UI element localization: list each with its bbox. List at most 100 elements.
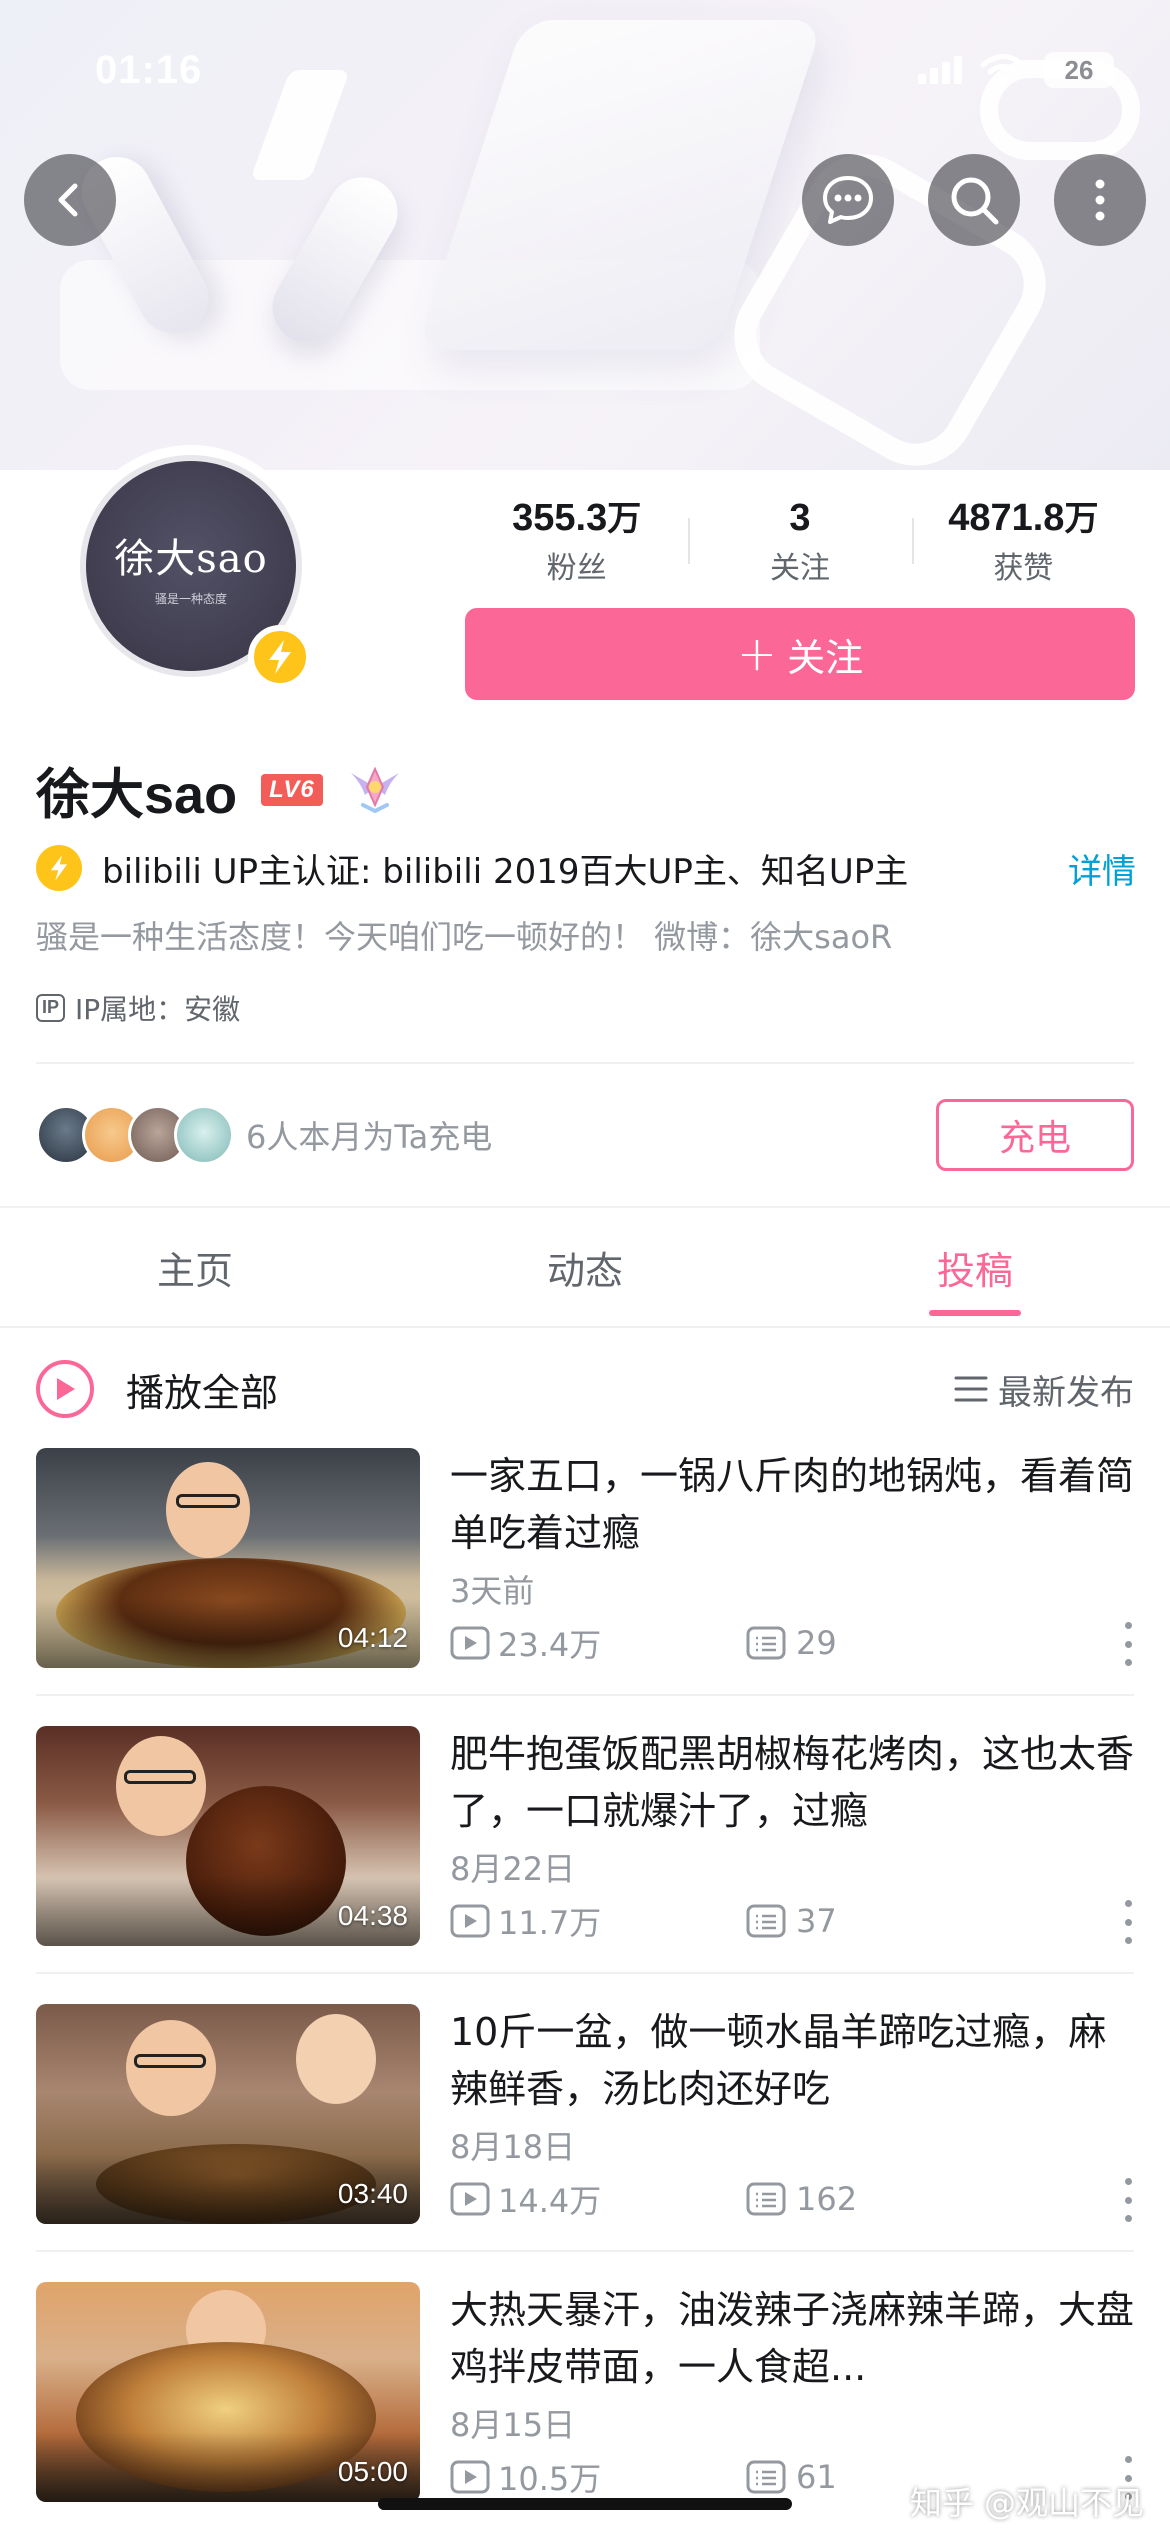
certification-row: bilibili UP主认证: bilibili 2019百大UP主、知名UP主…	[36, 840, 1136, 896]
avatar-logo-text: 徐大sao	[114, 535, 268, 582]
signal-icon	[918, 56, 962, 84]
video-comments: 37	[796, 1902, 837, 1940]
stat-fans[interactable]: 355.3万 粉丝	[465, 496, 688, 588]
video-item[interactable]: 03:40 10斤一盆，做一顿水晶羊蹄吃过瘾，麻辣鲜香，汤比肉还好吃 8月18日…	[36, 2004, 1134, 2282]
video-item[interactable]: 04:12 一家五口，一锅八斤肉的地锅炖，看着简单吃着过瘾 3天前 23.4万 …	[36, 1448, 1134, 1726]
battery-indicator: 26	[1044, 52, 1114, 88]
certification-text: bilibili UP主认证: bilibili 2019百大UP主、知名UP主	[102, 851, 909, 892]
divider	[36, 2250, 1134, 2252]
lightning-icon	[269, 640, 291, 674]
video-thumbnail[interactable]: 04:12	[36, 1448, 420, 1668]
status-indicators: 26	[918, 52, 1114, 88]
charger-avatars[interactable]	[36, 1105, 234, 1165]
video-views: 14.4万	[498, 2182, 602, 2220]
comments-icon	[746, 2182, 786, 2216]
search-icon	[951, 177, 999, 225]
banner-decoration	[249, 70, 351, 180]
video-thumbnail[interactable]: 03:40	[36, 2004, 420, 2224]
follow-label: 关注	[787, 635, 864, 680]
plus-icon: +	[736, 626, 778, 682]
message-button[interactable]	[802, 154, 894, 246]
play-all-row: 播放全部 最新发布	[36, 1354, 1134, 1424]
status-time: 01:16	[95, 48, 203, 92]
video-item[interactable]: 04:38 肥牛抱蛋饭配黑胡椒梅花烤肉，这也太香了，一口就爆汁了，过瘾 8月22…	[36, 1726, 1134, 2004]
video-date: 8月18日	[450, 2128, 576, 2166]
video-comments: 162	[796, 2180, 858, 2218]
video-views: 10.5万	[498, 2460, 602, 2498]
play-all-label[interactable]: 播放全部	[126, 1362, 278, 1417]
divider	[36, 1062, 1134, 1064]
divider	[36, 1694, 1134, 1696]
video-views: 23.4万	[498, 1626, 602, 1664]
video-more-icon[interactable]	[1122, 2178, 1134, 2222]
medal-icon[interactable]	[347, 765, 403, 815]
video-duration: 04:38	[337, 1900, 408, 1931]
verified-badge	[248, 625, 312, 689]
video-list: 04:12 一家五口，一锅八斤肉的地锅炖，看着简单吃着过瘾 3天前 23.4万 …	[36, 1448, 1134, 2532]
watermark: 知乎 @观山不见	[909, 2484, 1144, 2522]
more-icon	[1095, 179, 1105, 221]
stat-unit: 万	[1064, 499, 1099, 538]
video-comments: 61	[796, 2458, 837, 2496]
sort-button[interactable]: 最新发布	[954, 1365, 1134, 1414]
comments-icon	[746, 1904, 786, 1938]
play-icon	[57, 1378, 75, 1400]
stat-value: 3	[789, 496, 811, 539]
video-date: 8月22日	[450, 1850, 576, 1888]
comments-icon	[746, 2460, 786, 2494]
stat-unit: 万	[607, 499, 642, 538]
video-more-icon[interactable]	[1122, 1622, 1134, 1666]
name-row: 徐大sao LV6	[36, 750, 403, 829]
video-views: 11.7万	[498, 1904, 602, 1942]
video-date: 3天前	[450, 1572, 535, 1610]
video-title[interactable]: 10斤一盆，做一顿水晶羊蹄吃过瘾，麻辣鲜香，汤比肉还好吃	[450, 2004, 1134, 2118]
charge-button[interactable]: 充电	[936, 1099, 1134, 1171]
video-duration: 05:00	[337, 2456, 408, 2487]
comments-icon	[746, 1626, 786, 1660]
username: 徐大sao	[36, 765, 238, 825]
profile-tabs: 主页 动态 投稿	[0, 1208, 1170, 1328]
message-icon	[823, 176, 873, 224]
stat-label: 获赞	[993, 551, 1054, 587]
ip-location-row: IP IP属地：安徽	[36, 988, 240, 1028]
home-indicator[interactable]	[378, 2498, 792, 2510]
stat-label: 粉丝	[546, 551, 607, 587]
stat-value: 4871.8	[948, 496, 1065, 539]
lightning-icon	[36, 845, 82, 891]
avatar	[174, 1105, 234, 1165]
more-button[interactable]	[1054, 154, 1146, 246]
charge-count-text: 6人本月为Ta充电	[246, 1118, 493, 1156]
tab-uploads[interactable]: 投稿	[780, 1208, 1170, 1326]
back-icon	[58, 183, 78, 217]
avatar-logo-subtext: 骚是一种态度	[154, 591, 227, 606]
certification-detail-link[interactable]: 详情	[1068, 844, 1136, 893]
tab-dynamic[interactable]: 动态	[390, 1208, 780, 1326]
wifi-icon	[980, 54, 1026, 86]
profile-stats: 355.3万 粉丝 3 关注 4871.8万 获赞	[465, 496, 1135, 588]
charge-row: 6人本月为Ta充电 充电	[36, 1098, 1134, 1172]
sort-icon	[954, 1376, 988, 1402]
stat-value: 355.3	[512, 496, 608, 539]
ip-icon: IP	[36, 994, 66, 1022]
views-icon	[450, 2182, 490, 2216]
level-badge: LV6	[261, 773, 323, 806]
video-duration: 03:40	[337, 2178, 408, 2209]
video-title[interactable]: 肥牛抱蛋饭配黑胡椒梅花烤肉，这也太香了，一口就爆汁了，过瘾	[450, 1726, 1134, 1840]
stat-likes[interactable]: 4871.8万 获赞	[911, 496, 1135, 588]
video-thumbnail[interactable]: 05:00	[36, 2282, 420, 2502]
video-title[interactable]: 大热天暴汗，油泼辣子浇麻辣羊蹄，大盘鸡拌皮带面，一人食超...	[450, 2282, 1134, 2396]
back-button[interactable]	[24, 154, 116, 246]
views-icon	[450, 2460, 490, 2494]
stat-following[interactable]: 3 关注	[688, 496, 911, 588]
video-more-icon[interactable]	[1122, 1900, 1134, 1944]
video-title[interactable]: 一家五口，一锅八斤肉的地锅炖，看着简单吃着过瘾	[450, 1448, 1134, 1562]
bio-text: 骚是一种生活态度！今天咱们吃一顿好的！ 微博：徐大saoR	[36, 918, 893, 956]
video-date: 8月15日	[450, 2406, 576, 2444]
play-all-button[interactable]	[36, 1360, 94, 1418]
video-thumbnail[interactable]: 04:38	[36, 1726, 420, 1946]
tab-home[interactable]: 主页	[0, 1208, 390, 1326]
search-button[interactable]	[928, 154, 1020, 246]
views-icon	[450, 1626, 490, 1660]
follow-button[interactable]: + 关注	[465, 608, 1135, 700]
views-icon	[450, 1904, 490, 1938]
